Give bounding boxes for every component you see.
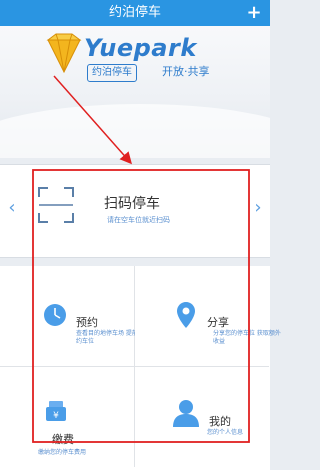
banner: Yuepark 约泊停车 开放·共享 [0, 26, 270, 158]
pay-title: 缴费 [52, 433, 74, 446]
pay-tile[interactable]: ¥ 缴费 缴纳您的停车费用 [0, 367, 135, 467]
clock-icon [44, 304, 66, 326]
banner-decoration [0, 104, 270, 158]
gem-logo-icon [46, 33, 82, 74]
pay-desc: 缴纳您的停车费用 [38, 449, 87, 456]
user-icon [173, 400, 199, 427]
share-tile[interactable]: 分享 分享您的停车位 获取额外收益 [135, 266, 281, 367]
location-pin-icon [177, 302, 195, 328]
function-grid: 预约 查看目的地停车场 提前预约车位 分享 分享您的停车位 获取额外收益 ¥ 缴… [0, 266, 281, 470]
scan-title: 扫码停车 [104, 196, 160, 212]
mine-desc: 您的个人信息 [207, 429, 244, 436]
share-desc: 分享您的停车位 获取额外收益 [213, 330, 281, 345]
mine-title: 我的 [209, 415, 231, 428]
reserve-tile[interactable]: 预约 查看目的地停车场 提前预约车位 [0, 266, 144, 367]
mine-tile[interactable]: 我的 您的个人信息 [135, 367, 269, 467]
brand-logo: Yuepark 约泊停车 开放·共享 [44, 32, 234, 86]
logo-subtitle: 约泊停车 [87, 64, 137, 82]
next-arrow-icon[interactable]: › [252, 193, 264, 223]
prev-arrow-icon[interactable]: ‹ [6, 193, 18, 223]
wallet-icon: ¥ [46, 401, 66, 421]
scan-parking-panel[interactable]: ‹ 扫码停车 请在空车位就近扫码 › [0, 164, 270, 258]
reserve-title: 预约 [76, 316, 98, 329]
share-title: 分享 [207, 316, 229, 329]
app-title: 约泊停车 [108, 5, 161, 20]
scan-description: 请在空车位就近扫码 [107, 216, 170, 224]
scan-frame-icon [38, 187, 74, 223]
logo-wordmark: Yuepark [84, 34, 197, 62]
svg-text:¥: ¥ [53, 411, 59, 421]
add-button[interactable]: + [244, 0, 264, 26]
title-bar: 约泊停车 + [0, 0, 270, 26]
slogan: 开放·共享 [162, 65, 210, 78]
